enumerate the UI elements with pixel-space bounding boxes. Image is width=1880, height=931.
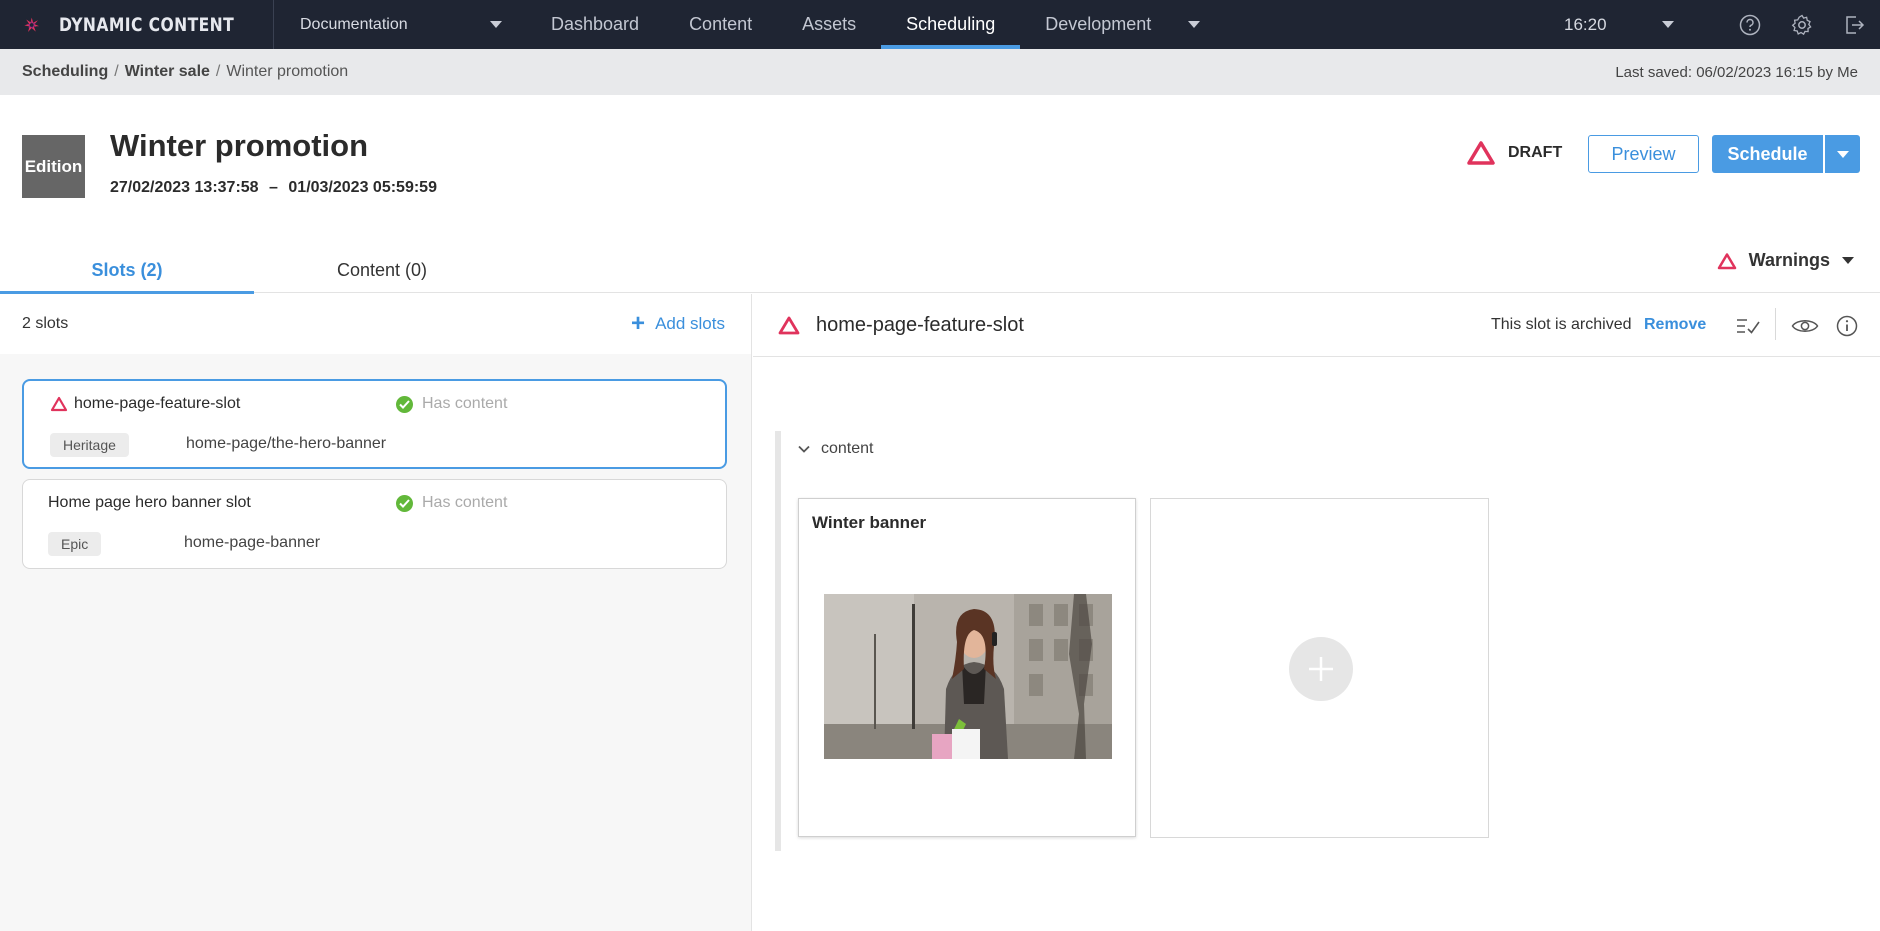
clock-time: 16:20 — [1564, 14, 1607, 34]
page-title: Winter promotion — [110, 128, 369, 163]
main-nav: Dashboard Content Assets Scheduling Deve… — [526, 0, 1212, 49]
last-saved-text: Last saved: 06/02/2023 16:15 by Me — [1615, 63, 1858, 81]
timezone-clock[interactable]: 16:20 — [1564, 15, 1674, 35]
nav-tab-content[interactable]: Content — [664, 0, 777, 49]
warning-icon — [50, 396, 68, 412]
warning-icon — [778, 316, 800, 334]
archived-notice: This slot is archived — [1491, 316, 1632, 333]
nav-more-button[interactable] — [1176, 0, 1212, 49]
breadcrumb: Scheduling / Winter sale / Winter promotion — [22, 63, 348, 81]
hub-name: Documentation — [300, 15, 408, 33]
chevron-down-icon — [1662, 21, 1674, 28]
warning-icon — [1717, 252, 1736, 269]
validate-button[interactable] — [1734, 312, 1762, 340]
slots-panel-header: 2 slots + Add slots — [0, 294, 751, 354]
chevron-down-icon — [490, 21, 502, 28]
warnings-dropdown[interactable]: Warnings — [1717, 250, 1854, 271]
hub-selector[interactable]: Documentation — [274, 0, 514, 49]
slot-name-label: Home page hero banner slot — [48, 494, 251, 511]
status-label: DRAFT — [1508, 144, 1563, 161]
chevron-down-icon — [1842, 257, 1854, 264]
plus-icon — [1309, 657, 1333, 681]
schedule-button[interactable]: Schedule — [1712, 135, 1823, 173]
content-section-toggle[interactable]: content — [797, 440, 873, 458]
content-item-title: Winter banner — [812, 513, 927, 532]
breadcrumb-separator: / — [215, 63, 221, 80]
logo-text: DYNAMIC CONTENT — [59, 13, 235, 36]
content-section-label: content — [821, 440, 874, 457]
app-logo[interactable]: DYNAMIC CONTENT — [0, 0, 274, 49]
slot-badge: Heritage — [50, 433, 129, 457]
slot-path: home-page-banner — [184, 534, 321, 551]
breadcrumb-bar: Scheduling / Winter sale / Winter promotion … — [0, 49, 1880, 95]
slot-status: Has content — [396, 494, 507, 512]
eye-icon — [1791, 320, 1819, 332]
settings-icon — [1791, 14, 1812, 35]
end-date: 01/03/2023 05:59:59 — [288, 179, 437, 196]
help-button[interactable] — [1724, 0, 1776, 49]
logout-button[interactable] — [1828, 0, 1880, 49]
warnings-label: Warnings — [1748, 250, 1830, 270]
status-badge: DRAFT — [1466, 140, 1562, 166]
toolbar-divider — [1775, 308, 1776, 340]
warning-icon — [1467, 141, 1495, 165]
slot-detail-name: home-page-feature-slot — [816, 313, 1024, 336]
add-slots-label: Add slots — [655, 314, 725, 333]
edition-thumbnail: Edition — [22, 135, 85, 198]
slot-badge: Epic — [48, 532, 102, 556]
start-date: 27/02/2023 13:37:58 — [110, 179, 259, 196]
logo-icon — [24, 17, 40, 32]
content-item-image — [824, 594, 1112, 759]
slots-count: 2 slots — [22, 315, 69, 332]
add-content-card[interactable] — [1150, 498, 1489, 838]
help-icon — [1739, 14, 1761, 35]
schedule-options-button[interactable] — [1825, 135, 1860, 173]
logout-icon — [1846, 15, 1865, 34]
preview-button[interactable]: Preview — [1588, 135, 1699, 173]
slot-status-label: Has content — [422, 395, 508, 412]
tab-slots[interactable]: Slots (2) — [0, 248, 254, 294]
nav-tab-development[interactable]: Development — [1020, 0, 1176, 49]
checklist-icon — [1737, 319, 1760, 334]
slot-status-label: Has content — [422, 494, 508, 511]
add-slots-button[interactable]: + Add slots — [631, 312, 725, 336]
top-right-controls: 16:20 — [1564, 0, 1880, 49]
preview-slot-button[interactable] — [1791, 312, 1819, 340]
tab-content[interactable]: Content (0) — [255, 248, 509, 293]
date-separator: – — [269, 179, 278, 196]
slot-name: Home page hero banner slot — [48, 494, 251, 512]
nav-tab-dashboard[interactable]: Dashboard — [526, 0, 664, 49]
slots-panel: 2 slots + Add slots home-page-feature-sl… — [0, 294, 752, 931]
content-item-card[interactable]: Winter banner — [798, 498, 1136, 837]
info-icon — [1836, 315, 1858, 337]
breadcrumb-scheduling[interactable]: Scheduling — [22, 63, 108, 80]
slot-detail-title: home-page-feature-slot — [777, 314, 1024, 337]
chevron-down-icon — [1188, 21, 1201, 28]
slot-card[interactable]: Home page hero banner slot Has content E… — [22, 479, 727, 569]
slot-card[interactable]: home-page-feature-slot Has content Herit… — [22, 379, 727, 469]
slot-detail-header: home-page-feature-slot This slot is arch… — [753, 294, 1880, 357]
nav-tab-scheduling[interactable]: Scheduling — [881, 0, 1021, 49]
content-section-bar — [775, 431, 781, 851]
chevron-down-icon — [1836, 150, 1849, 158]
breadcrumb-current: Winter promotion — [226, 63, 349, 80]
edition-tabs: Slots (2) Content (0) — [0, 248, 1880, 294]
settings-button[interactable] — [1776, 0, 1828, 49]
chevron-down-icon — [798, 445, 810, 453]
slot-name: home-page-feature-slot — [50, 395, 240, 413]
nav-tab-assets[interactable]: Assets — [777, 0, 881, 49]
edition-date-range: 27/02/2023 13:37:58 – 01/03/2023 05:59:5… — [110, 179, 437, 197]
slot-status: Has content — [396, 395, 507, 413]
plus-icon: + — [631, 310, 646, 337]
top-navigation-bar: DYNAMIC CONTENT Documentation Dashboard … — [0, 0, 1880, 49]
remove-button[interactable]: Remove — [1644, 316, 1706, 334]
check-icon — [396, 494, 413, 512]
add-content-button[interactable] — [1289, 637, 1353, 701]
slot-name-label: home-page-feature-slot — [74, 395, 241, 412]
info-button[interactable] — [1833, 312, 1861, 340]
breadcrumb-separator: / — [114, 63, 119, 80]
breadcrumb-winter-sale[interactable]: Winter sale — [125, 63, 210, 80]
check-icon — [396, 395, 413, 413]
slot-path: home-page/the-hero-banner — [186, 435, 387, 452]
